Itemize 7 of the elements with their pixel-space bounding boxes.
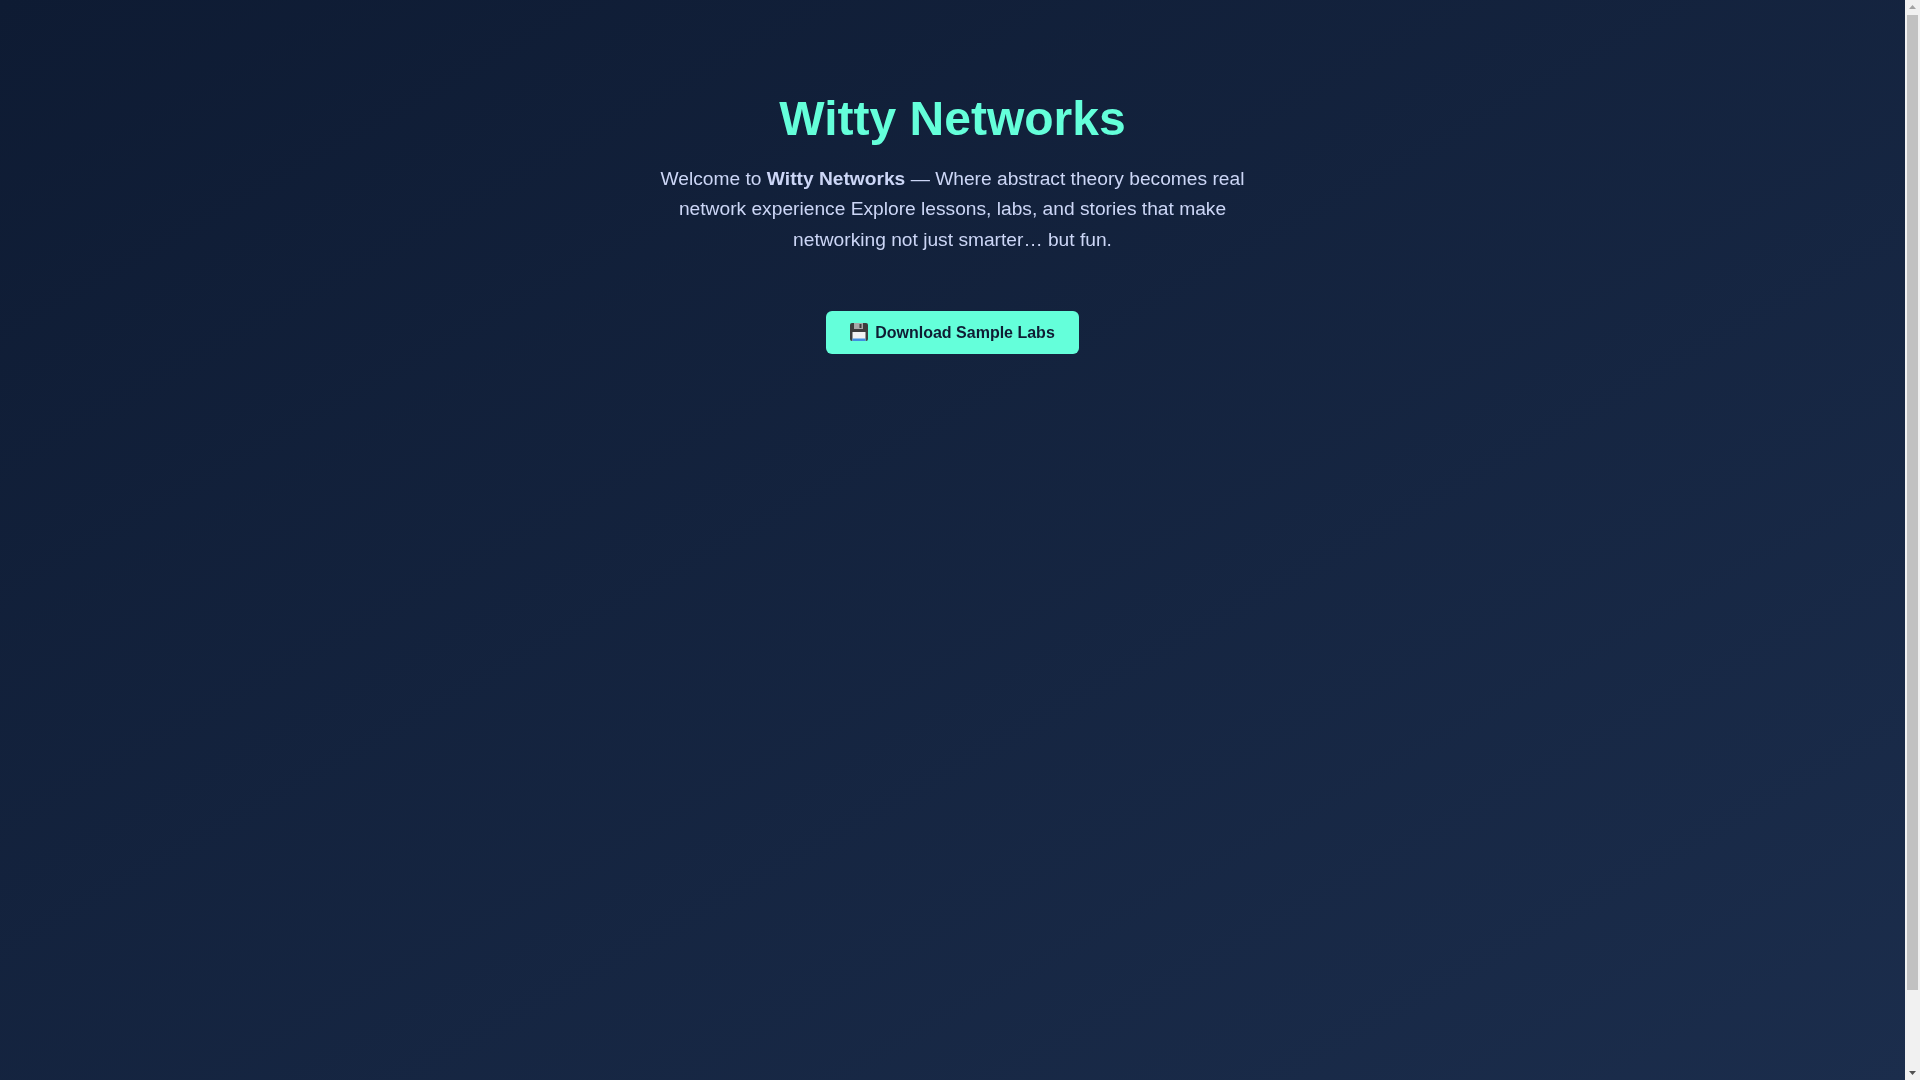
intro-paragraph: Welcome to Witty Networks — Where abstract theory becomes real network experience Explore lessons, labs, and stories that make networking not just smarter… but fun. bbox=[659, 166, 1246, 253]
scrollbar-thumb[interactable] bbox=[1907, 15, 1918, 990]
arrow-down-icon[interactable] bbox=[1909, 1071, 1916, 1075]
arrow-up-icon[interactable] bbox=[1909, 5, 1916, 9]
site-title: Witty Networks bbox=[779, 91, 1126, 147]
scrollbar[interactable] bbox=[1905, 0, 1920, 1080]
download-button[interactable]: Download Sample Labs bbox=[826, 310, 1079, 354]
